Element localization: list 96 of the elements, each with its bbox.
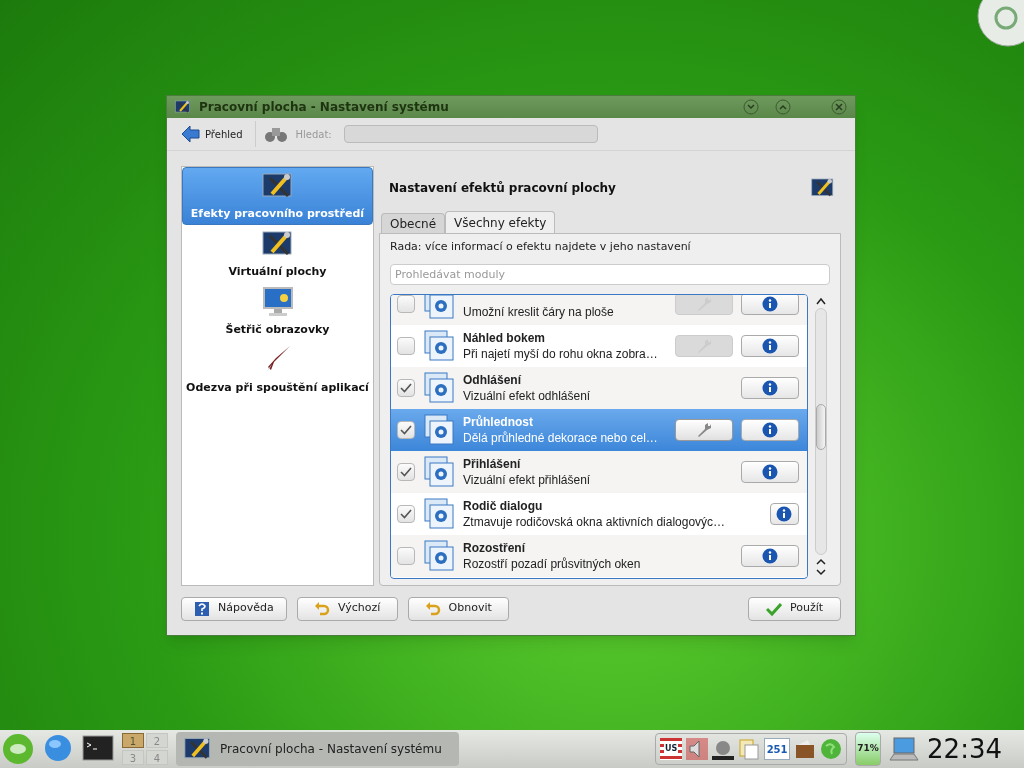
checkbox[interactable] xyxy=(397,420,415,439)
keyboard-layout-label: US xyxy=(663,744,679,754)
info-button[interactable] xyxy=(741,460,799,483)
effect-title: Průhlednost xyxy=(463,413,533,430)
scroll-thumb[interactable] xyxy=(816,403,826,450)
checkmark-icon xyxy=(400,507,412,520)
tools-icon xyxy=(175,99,191,116)
sidebar-item[interactable]: Efekty pracovního prostředí xyxy=(182,167,373,226)
clock[interactable]: 22:34 xyxy=(927,736,1002,762)
info-button[interactable] xyxy=(769,502,799,525)
overview-button[interactable]: Přehled xyxy=(181,121,256,148)
window-icon xyxy=(423,413,455,446)
info-button[interactable] xyxy=(741,294,799,315)
checkmark-icon xyxy=(400,465,412,478)
undo-icon xyxy=(424,600,441,617)
camera-icon[interactable] xyxy=(712,738,735,760)
effect-description: Vizuální efekt odhlášení xyxy=(463,387,591,404)
window-icon xyxy=(423,329,455,362)
effect-row[interactable]: Přihlášení Vizuální efekt přihlášení xyxy=(391,450,807,493)
info-icon xyxy=(776,505,793,522)
tab[interactable]: Obecné xyxy=(381,213,446,234)
effect-row[interactable]: Rozostření Rozostří pozadí průsvitných oken xyxy=(391,534,807,577)
close-icon[interactable] xyxy=(831,99,847,116)
check-icon xyxy=(765,600,782,617)
checkbox[interactable] xyxy=(397,546,415,565)
wallet-icon[interactable] xyxy=(794,738,817,760)
effect-description: Dělá průhledné dekorace nebo cel… xyxy=(463,429,658,446)
window-icon xyxy=(423,455,455,488)
monitor-icon xyxy=(261,286,294,319)
dialog-button[interactable]: Výchozí xyxy=(296,596,398,621)
dialog-button[interactable]: Nápověda xyxy=(181,596,287,621)
sidebar-label: Odezva při spouštění aplikací xyxy=(186,380,369,397)
search-field[interactable] xyxy=(343,125,598,144)
info-icon xyxy=(762,295,778,312)
info-icon xyxy=(762,337,778,354)
effect-title: Rozostření xyxy=(463,539,525,556)
minimize-icon[interactable] xyxy=(743,99,759,116)
back-arrow-icon xyxy=(181,124,201,145)
sidebar-label: Šetřič obrazovky xyxy=(225,322,330,339)
effect-row[interactable]: Umožní kreslit čáry na ploše xyxy=(391,294,807,325)
dialog-button[interactable]: Použít xyxy=(748,596,841,621)
chameleon-menu-icon[interactable] xyxy=(2,733,34,765)
wrench-icon xyxy=(697,422,711,437)
window-icon xyxy=(423,371,455,404)
effect-title: Přihlášení xyxy=(463,455,521,472)
corner-button-icon[interactable] xyxy=(976,0,1024,48)
checkmark-icon xyxy=(400,381,412,394)
effect-description: Při najetí myší do rohu okna zobra… xyxy=(463,345,658,362)
checkbox[interactable] xyxy=(397,294,415,313)
tab[interactable]: Všechny efekty xyxy=(445,211,556,234)
checkmark-icon xyxy=(400,423,412,436)
window-title: Pracovní plocha - Nastavení systému xyxy=(199,99,450,117)
window-icon xyxy=(423,497,455,530)
configure-button[interactable] xyxy=(675,418,733,441)
sidebar-item[interactable]: Šetřič obrazovky xyxy=(182,283,373,342)
info-icon xyxy=(762,379,778,396)
sidebar-item[interactable]: Virtuální plochy xyxy=(182,225,373,284)
filter-field[interactable]: Prohledávat moduly xyxy=(390,263,830,285)
task-button[interactable]: Pracovní plocha - Nastavení systému xyxy=(176,732,459,766)
search-label: Hledat: xyxy=(295,127,332,142)
info-button[interactable] xyxy=(741,418,799,441)
checkbox[interactable] xyxy=(397,462,415,481)
help-icon xyxy=(194,600,210,617)
effect-description: Vizuální efekt přihlášení xyxy=(463,471,591,488)
sidebar-item[interactable]: Odezva při spouštění aplikací xyxy=(182,341,373,400)
terminal-icon[interactable] xyxy=(82,735,114,763)
wrench-icon xyxy=(697,296,711,311)
checkbox[interactable] xyxy=(397,378,415,397)
undo-icon xyxy=(314,600,330,617)
effect-title: Rodič dialogu xyxy=(463,497,543,514)
effect-description: Rozostří pozadí průsvitných oken xyxy=(463,555,641,572)
info-icon xyxy=(762,463,778,480)
effect-description: Umožní kreslit čáry na ploše xyxy=(463,303,614,320)
info-icon xyxy=(762,547,778,564)
keyboard-layout-icon[interactable]: US xyxy=(660,738,683,760)
battery-indicator[interactable]: 71% xyxy=(855,732,882,766)
window-icon xyxy=(423,539,455,572)
effect-title: Odhlášení xyxy=(463,371,521,388)
laptop-icon[interactable] xyxy=(889,736,920,762)
sidebar-label: Efekty pracovního prostředí xyxy=(190,206,365,223)
update-count-icon[interactable]: 251 xyxy=(764,738,791,760)
info-icon xyxy=(762,421,778,438)
dialog-button[interactable]: Obnovit xyxy=(407,596,509,621)
info-button[interactable] xyxy=(741,334,799,357)
effect-description: Ztmavuje rodičovská okna aktivních dialogovýc… xyxy=(463,513,726,530)
page-title: Nastavení efektů pracovní plochy xyxy=(389,180,616,198)
checkbox[interactable] xyxy=(397,504,415,523)
info-button[interactable] xyxy=(741,544,799,567)
checkbox[interactable] xyxy=(397,336,415,355)
clipboard-icon[interactable] xyxy=(738,738,761,760)
info-button[interactable] xyxy=(741,376,799,399)
maximize-icon[interactable] xyxy=(775,99,791,116)
hint-text: Rada: více informací o efektu najdete v jeho nastavení xyxy=(390,239,692,256)
sidebar-label: Virtuální plochy xyxy=(228,264,327,281)
effect-title: Náhled bokem xyxy=(463,329,546,346)
effect-row[interactable]: Odhlášení Vizuální efekt odhlášení xyxy=(391,366,807,409)
